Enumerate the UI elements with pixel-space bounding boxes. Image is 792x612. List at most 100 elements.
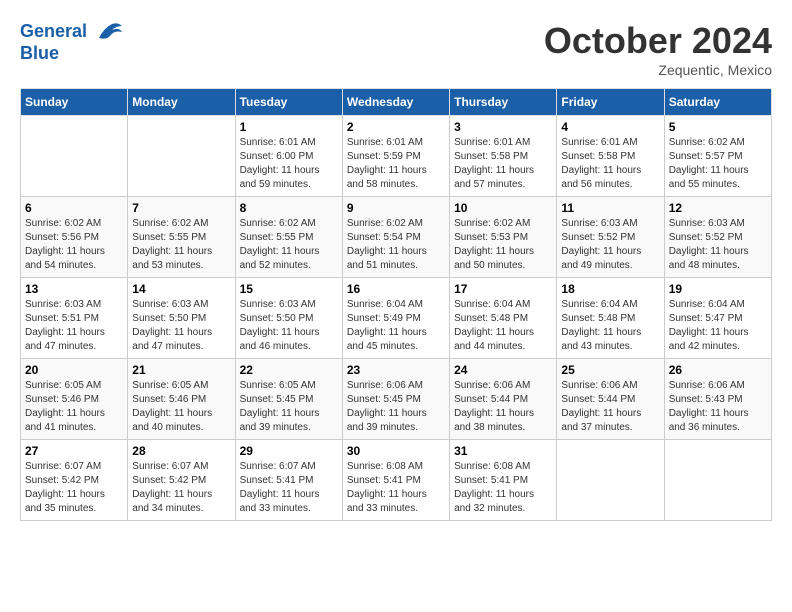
day-info: Sunrise: 6:06 AM Sunset: 5:45 PM Dayligh… [347,379,445,435]
calendar-cell: 26 Sunrise: 6:06 AM Sunset: 5:43 PM Dayli… [664,359,771,440]
calendar-cell: 21Sunrise: 6:05 AM Sunset: 5:46 PM Dayli… [128,359,235,440]
calendar-cell: 13 Sunrise: 6:03 AM Sunset: 5:51 PM Dayli… [21,278,128,359]
calendar-cell: 11 Sunrise: 6:03 AM Sunset: 5:52 PM Dayli… [557,197,664,278]
page-header: General Blue October 2024 Zequentic, Mex… [20,20,772,78]
calendar-cell: 28Sunrise: 6:07 AM Sunset: 5:42 PM Dayli… [128,440,235,521]
day-info: Sunrise: 6:02 AM Sunset: 5:55 PM Dayligh… [132,217,230,273]
day-number: 25 [561,363,659,377]
header-sunday: Sunday [21,89,128,116]
day-info: Sunrise: 6:07 AM Sunset: 5:41 PM Dayligh… [240,460,338,516]
calendar-cell: 25Sunrise: 6:06 AM Sunset: 5:44 PM Dayli… [557,359,664,440]
calendar-cell: 24Sunrise: 6:06 AM Sunset: 5:44 PM Dayli… [450,359,557,440]
header-wednesday: Wednesday [342,89,449,116]
header-friday: Friday [557,89,664,116]
day-number: 28 [132,444,230,458]
day-number: 11 [561,201,659,215]
day-number: 16 [347,282,445,296]
calendar-cell: 3Sunrise: 6:01 AM Sunset: 5:58 PM Daylig… [450,116,557,197]
calendar-cell: 8 Sunrise: 6:02 AM Sunset: 5:55 PM Daylig… [235,197,342,278]
calendar-week-row: 6Sunrise: 6:02 AM Sunset: 5:56 PM Daylig… [21,197,772,278]
calendar-cell: 18Sunrise: 6:04 AM Sunset: 5:48 PM Dayli… [557,278,664,359]
day-info: Sunrise: 6:08 AM Sunset: 5:41 PM Dayligh… [347,460,445,516]
header-saturday: Saturday [664,89,771,116]
calendar-cell: 19 Sunrise: 6:04 AM Sunset: 5:47 PM Dayli… [664,278,771,359]
day-info: Sunrise: 6:05 AM Sunset: 5:46 PM Dayligh… [25,379,123,435]
day-number: 3 [454,120,552,134]
calendar-cell: 27Sunrise: 6:07 AM Sunset: 5:42 PM Dayli… [21,440,128,521]
day-info: Sunrise: 6:01 AM Sunset: 5:58 PM Dayligh… [561,136,659,192]
day-number: 31 [454,444,552,458]
calendar-cell: 16 Sunrise: 6:04 AM Sunset: 5:49 PM Dayli… [342,278,449,359]
day-number: 30 [347,444,445,458]
day-info: Sunrise: 6:03 AM Sunset: 5:51 PM Dayligh… [25,298,123,354]
day-number: 17 [454,282,552,296]
day-number: 10 [454,201,552,215]
day-info: Sunrise: 6:05 AM Sunset: 5:46 PM Dayligh… [132,379,230,435]
calendar-cell: 23 Sunrise: 6:06 AM Sunset: 5:45 PM Dayli… [342,359,449,440]
calendar-cell: 10 Sunrise: 6:02 AM Sunset: 5:53 PM Dayli… [450,197,557,278]
day-info: Sunrise: 6:02 AM Sunset: 5:53 PM Dayligh… [454,217,552,273]
day-number: 6 [25,201,123,215]
day-number: 2 [347,120,445,134]
calendar-cell: 20 Sunrise: 6:05 AM Sunset: 5:46 PM Dayli… [21,359,128,440]
logo-text-line1: General [20,21,87,41]
calendar-cell: 2 Sunrise: 6:01 AM Sunset: 5:59 PM Daylig… [342,116,449,197]
title-block: October 2024 Zequentic, Mexico [544,20,772,78]
day-number: 23 [347,363,445,377]
calendar-cell [557,440,664,521]
day-number: 20 [25,363,123,377]
day-info: Sunrise: 6:04 AM Sunset: 5:48 PM Dayligh… [454,298,552,354]
calendar-cell: 29 Sunrise: 6:07 AM Sunset: 5:41 PM Dayli… [235,440,342,521]
day-number: 26 [669,363,767,377]
location-subtitle: Zequentic, Mexico [544,62,772,78]
day-info: Sunrise: 6:07 AM Sunset: 5:42 PM Dayligh… [25,460,123,516]
calendar-cell: 31 Sunrise: 6:08 AM Sunset: 5:41 PM Dayli… [450,440,557,521]
day-info: Sunrise: 6:02 AM Sunset: 5:57 PM Dayligh… [669,136,767,192]
logo-bird-icon [94,20,124,44]
day-info: Sunrise: 6:01 AM Sunset: 6:00 PM Dayligh… [240,136,338,192]
logo: General Blue [20,20,124,64]
day-info: Sunrise: 6:08 AM Sunset: 5:41 PM Dayligh… [454,460,552,516]
day-number: 8 [240,201,338,215]
day-number: 7 [132,201,230,215]
calendar-week-row: 27Sunrise: 6:07 AM Sunset: 5:42 PM Dayli… [21,440,772,521]
header-tuesday: Tuesday [235,89,342,116]
day-info: Sunrise: 6:02 AM Sunset: 5:55 PM Dayligh… [240,217,338,273]
calendar-week-row: 1Sunrise: 6:01 AM Sunset: 6:00 PM Daylig… [21,116,772,197]
day-info: Sunrise: 6:03 AM Sunset: 5:50 PM Dayligh… [132,298,230,354]
day-number: 9 [347,201,445,215]
calendar-cell: 12Sunrise: 6:03 AM Sunset: 5:52 PM Dayli… [664,197,771,278]
day-info: Sunrise: 6:03 AM Sunset: 5:52 PM Dayligh… [561,217,659,273]
calendar-cell: 14Sunrise: 6:03 AM Sunset: 5:50 PM Dayli… [128,278,235,359]
calendar-cell: 30 Sunrise: 6:08 AM Sunset: 5:41 PM Dayli… [342,440,449,521]
day-number: 22 [240,363,338,377]
day-info: Sunrise: 6:04 AM Sunset: 5:49 PM Dayligh… [347,298,445,354]
calendar-cell: 17 Sunrise: 6:04 AM Sunset: 5:48 PM Dayli… [450,278,557,359]
day-info: Sunrise: 6:01 AM Sunset: 5:59 PM Dayligh… [347,136,445,192]
day-info: Sunrise: 6:02 AM Sunset: 5:54 PM Dayligh… [347,217,445,273]
calendar-cell: 1Sunrise: 6:01 AM Sunset: 6:00 PM Daylig… [235,116,342,197]
month-title: October 2024 [544,20,772,62]
day-info: Sunrise: 6:04 AM Sunset: 5:47 PM Dayligh… [669,298,767,354]
calendar-cell: 7 Sunrise: 6:02 AM Sunset: 5:55 PM Daylig… [128,197,235,278]
calendar-cell: 6Sunrise: 6:02 AM Sunset: 5:56 PM Daylig… [21,197,128,278]
day-number: 19 [669,282,767,296]
day-info: Sunrise: 6:06 AM Sunset: 5:43 PM Dayligh… [669,379,767,435]
day-info: Sunrise: 6:03 AM Sunset: 5:52 PM Dayligh… [669,217,767,273]
day-number: 5 [669,120,767,134]
calendar-cell: 9 Sunrise: 6:02 AM Sunset: 5:54 PM Daylig… [342,197,449,278]
day-number: 15 [240,282,338,296]
calendar-cell [128,116,235,197]
calendar-week-row: 13 Sunrise: 6:03 AM Sunset: 5:51 PM Dayli… [21,278,772,359]
header-monday: Monday [128,89,235,116]
calendar-cell: 4Sunrise: 6:01 AM Sunset: 5:58 PM Daylig… [557,116,664,197]
calendar-cell [21,116,128,197]
day-info: Sunrise: 6:05 AM Sunset: 5:45 PM Dayligh… [240,379,338,435]
day-number: 13 [25,282,123,296]
day-number: 24 [454,363,552,377]
day-number: 29 [240,444,338,458]
calendar-cell: 15 Sunrise: 6:03 AM Sunset: 5:50 PM Dayli… [235,278,342,359]
day-info: Sunrise: 6:03 AM Sunset: 5:50 PM Dayligh… [240,298,338,354]
calendar-week-row: 20 Sunrise: 6:05 AM Sunset: 5:46 PM Dayli… [21,359,772,440]
calendar-table: Sunday Monday Tuesday Wednesday Thursday… [20,88,772,521]
